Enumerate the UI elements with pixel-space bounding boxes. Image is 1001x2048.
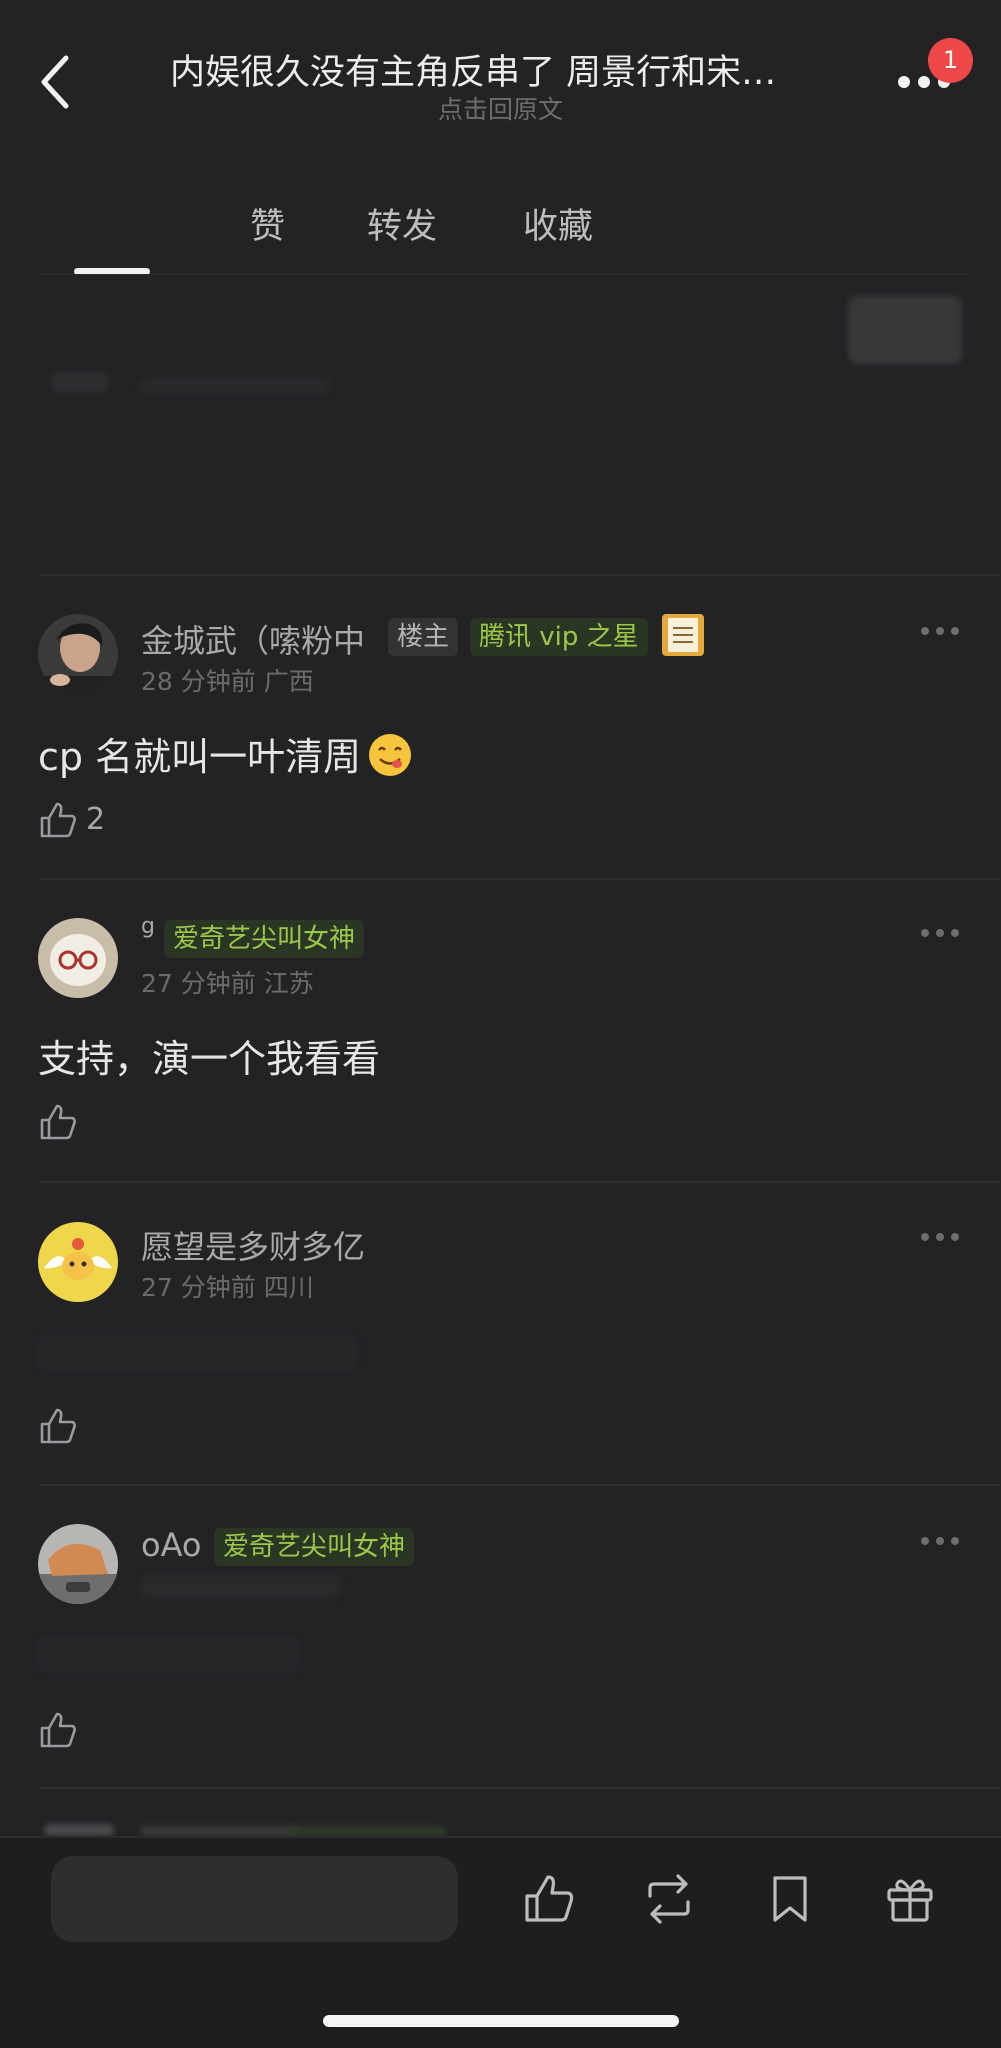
repost-icon[interactable] xyxy=(642,1872,696,1926)
blurred-text xyxy=(140,378,330,394)
time-location: 27 分钟前 江苏 xyxy=(141,969,314,998)
comment-text: 支持，演一个我看看 xyxy=(38,1037,381,1081)
thumbs-up-icon[interactable] xyxy=(38,1710,78,1750)
comment-item: 愿望是多财多亿 27 分钟前 四川 xyxy=(0,1218,1001,1483)
home-indicator xyxy=(323,2015,679,2027)
comment-divider xyxy=(40,1484,1000,1486)
username[interactable]: 愿望是多财多亿 xyxy=(141,1222,365,1268)
tab-likes[interactable]: 赞 xyxy=(250,198,285,249)
blurred-comment-text xyxy=(38,1638,298,1672)
gift-icon[interactable] xyxy=(883,1872,937,1926)
op-badge: 楼主 xyxy=(388,618,459,656)
avatar[interactable] xyxy=(38,1524,118,1604)
tabs-divider xyxy=(40,274,968,275)
tab-bar: 赞 转发 收藏 xyxy=(0,190,1001,280)
username[interactable]: 金城武（嗦粉中 xyxy=(141,616,365,662)
iqiyi-badge: 爱奇艺尖叫女神 xyxy=(164,920,365,958)
medal-icon xyxy=(662,614,704,656)
avatar[interactable] xyxy=(38,1222,118,1302)
time-location: 27 分钟前 四川 xyxy=(141,1273,314,1302)
blurred-avatar xyxy=(44,1824,114,1836)
blurred-text xyxy=(140,1826,300,1836)
tab-reposts[interactable]: 转发 xyxy=(367,198,437,249)
like-count: 2 xyxy=(86,802,106,837)
avatar[interactable] xyxy=(38,918,118,998)
thumbs-up-icon[interactable] xyxy=(522,1872,576,1926)
tab-favorites[interactable]: 收藏 xyxy=(523,198,593,249)
blurred-image xyxy=(848,296,962,364)
post-title[interactable]: 内娱很久没有主角反串了 周景行和宋… xyxy=(170,44,830,95)
smile-emoji-icon xyxy=(369,734,412,776)
bookmark-icon[interactable] xyxy=(763,1872,817,1926)
comment-divider xyxy=(40,1181,1000,1183)
username[interactable]: oAo xyxy=(141,1526,201,1564)
comment-text: cp 名就叫一叶清周 xyxy=(38,726,413,781)
comment-item: 金城武（嗦粉中 楼主 腾讯 vip 之星 28 分钟前 广西 cp 名就叫一叶清… xyxy=(0,612,1001,877)
blurred-badge xyxy=(286,1826,446,1836)
comment-input[interactable] xyxy=(51,1856,458,1942)
comment-divider xyxy=(40,878,1000,880)
more-icon[interactable] xyxy=(920,926,960,940)
comment-item: g 爱奇艺尖叫女神 27 分钟前 江苏 支持，演一个我看看 xyxy=(0,914,1001,1179)
comment-item: oAo 爱奇艺尖叫女神 xyxy=(0,1522,1001,1787)
notification-badge: 1 xyxy=(928,38,973,83)
comment-divider xyxy=(40,1787,1000,1789)
top-bar: 内娱很久没有主角反串了 周景行和宋… 点击回原文 1 xyxy=(0,0,1001,130)
comment-divider xyxy=(40,574,1000,576)
avatar[interactable] xyxy=(38,614,118,694)
iqiyi-badge: 爱奇艺尖叫女神 xyxy=(214,1528,415,1566)
thumbs-up-icon[interactable] xyxy=(38,1406,78,1446)
username[interactable]: g xyxy=(141,914,155,939)
thumbs-up-icon[interactable] xyxy=(38,800,78,840)
blurred-avatar xyxy=(50,372,110,392)
vip-badge: 腾讯 vip 之星 xyxy=(470,618,648,656)
time-location: 28 分钟前 广西 xyxy=(141,667,314,696)
more-icon[interactable] xyxy=(920,1230,960,1244)
more-icon[interactable] xyxy=(920,624,960,638)
more-icon[interactable] xyxy=(920,1534,960,1548)
back-to-original-link[interactable]: 点击回原文 xyxy=(0,90,1001,126)
blurred-comment-text xyxy=(38,1336,358,1370)
blurred-meta xyxy=(141,1574,341,1598)
thumbs-up-icon[interactable] xyxy=(38,1102,78,1142)
